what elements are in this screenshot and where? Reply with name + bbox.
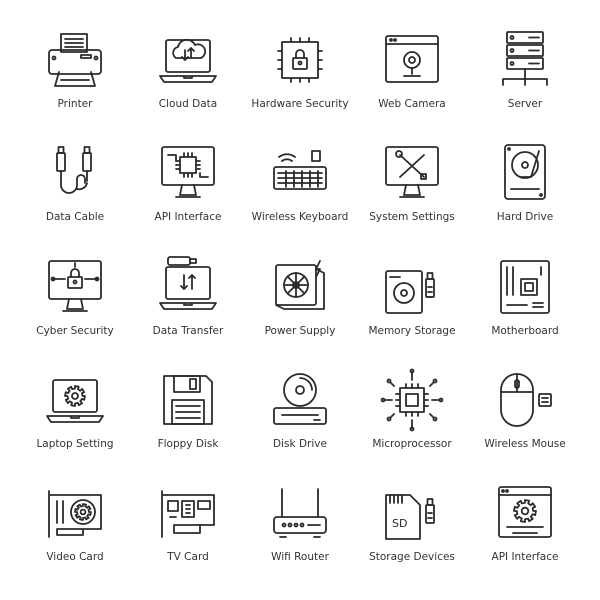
icon-label: Data Cable: [45, 211, 105, 223]
floppy-disk-icon: [163, 375, 213, 425]
icon-label: Cloud Data: [158, 98, 218, 110]
icon-tile-hardware-security: Hardware Security: [244, 14, 356, 127]
icon-tile-api-interface-window: API Interface: [469, 467, 581, 580]
icon-label: Floppy Disk: [157, 438, 219, 450]
icon-label: Laptop Setting: [36, 438, 114, 450]
icon-label: Printer: [57, 98, 93, 110]
icon-tile-storage-devices: SD Storage Devices: [356, 467, 468, 580]
icon-tile-wireless-mouse: Wireless Mouse: [469, 354, 581, 467]
icon-tile-memory-storage: Memory Storage: [356, 241, 468, 354]
icon-tile-floppy-disk: Floppy Disk: [132, 354, 244, 467]
icon-label: API Interface: [154, 211, 222, 223]
storage-devices-icon: SD: [385, 494, 435, 540]
icon-tile-system-settings: System Settings: [356, 127, 468, 240]
icon-tile-video-card: Video Card: [19, 467, 131, 580]
hardware-security-icon: [277, 37, 323, 83]
icon-tile-hard-drive: Hard Drive: [469, 127, 581, 240]
icon-tile-printer: Printer: [19, 14, 131, 127]
icon-tile-cyber-security: Cyber Security: [19, 241, 131, 354]
icon-tile-power-supply: Power Supply: [244, 241, 356, 354]
icon-tile-data-transfer: Data Transfer: [132, 241, 244, 354]
wireless-keyboard-icon: [273, 150, 327, 190]
data-cable-icon: [56, 146, 92, 194]
printer-icon: [48, 33, 102, 87]
wireless-mouse-icon: [500, 373, 552, 427]
icon-label: Data Transfer: [152, 325, 224, 337]
tv-card-icon: [161, 490, 215, 538]
sd-card-label: SD: [392, 517, 407, 530]
icon-label: Motherboard: [491, 325, 559, 337]
disk-drive-icon: [273, 373, 327, 425]
icon-tile-server: Server: [469, 14, 581, 127]
video-card-icon: [48, 490, 102, 538]
icon-label: Hard Drive: [496, 211, 554, 223]
icon-label: Storage Devices: [369, 551, 455, 563]
icon-tile-motherboard: Motherboard: [469, 241, 581, 354]
icon-label: Power Supply: [264, 325, 336, 337]
api-interface-icon: [161, 146, 215, 198]
icon-tile-data-cable: Data Cable: [19, 127, 131, 240]
icon-label: TV Card: [167, 551, 209, 563]
hard-drive-icon: [504, 144, 546, 200]
icon-label: Disk Drive: [273, 438, 327, 450]
cyber-security-icon: [48, 260, 102, 312]
icon-label: Wifi Router: [271, 551, 329, 563]
wifi-router-icon: [273, 488, 327, 538]
icon-tile-wireless-keyboard: Wireless Keyboard: [244, 127, 356, 240]
web-camera-icon: [385, 35, 439, 83]
icon-tile-api-interface: API Interface: [132, 127, 244, 240]
icon-tile-tv-card: TV Card: [132, 467, 244, 580]
laptop-setting-icon: [46, 379, 104, 423]
icon-label: Video Card: [46, 551, 104, 563]
power-supply-icon: [275, 260, 325, 310]
icon-label: Memory Storage: [368, 325, 456, 337]
icon-label: API Interface: [491, 551, 559, 563]
icon-tile-wifi-router: Wifi Router: [244, 467, 356, 580]
icon-label: System Settings: [369, 211, 455, 223]
system-settings-icon: [385, 146, 439, 198]
icon-tile-microprocessor: Microprocessor: [356, 354, 468, 467]
icon-tile-cloud-data: Cloud Data: [132, 14, 244, 127]
motherboard-icon: [500, 260, 550, 314]
memory-storage-icon: [385, 270, 435, 314]
api-interface-window-icon: [498, 486, 552, 538]
icon-label: Wireless Keyboard: [251, 211, 349, 223]
icon-label: Cyber Security: [36, 325, 114, 337]
icon-tile-laptop-setting: Laptop Setting: [19, 354, 131, 467]
icon-tile-web-camera: Web Camera: [356, 14, 468, 127]
icon-grid: Printer Cloud Data Hardware Security Web Ca…: [0, 0, 600, 600]
data-transfer-icon: [159, 256, 217, 310]
server-icon: [502, 31, 548, 86]
icon-label: Wireless Mouse: [484, 438, 566, 450]
icon-label: Microprocessor: [372, 438, 452, 450]
icon-tile-disk-drive: Disk Drive: [244, 354, 356, 467]
icon-label: Hardware Security: [251, 98, 349, 110]
icon-label: Web Camera: [378, 98, 446, 110]
icon-label: Server: [507, 98, 543, 110]
microprocessor-icon: [380, 368, 444, 432]
cloud-data-icon: [159, 38, 217, 83]
